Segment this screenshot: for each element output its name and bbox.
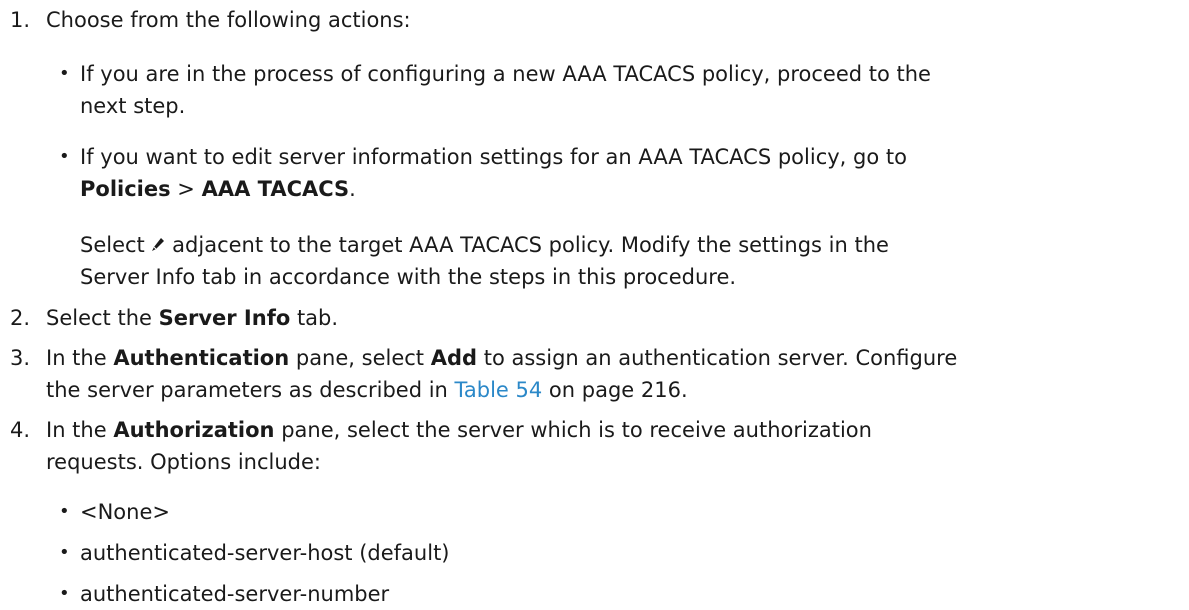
list-item: • authenticated-server-host (default) [0,537,1189,569]
bullet-text: If you want to edit server information s… [80,145,907,169]
step-post: to assign an authentication server. Conf… [477,346,958,370]
step-text: Choose from the following actions: [46,8,411,32]
step-2: 2. Select the Server Info tab. [0,302,1189,334]
step-post: pane, select the server which is to rece… [274,418,872,442]
para-pre: Select [80,233,145,257]
authentication-label: Authentication [113,346,290,370]
step-pre: In the [46,346,114,370]
pencil-icon [151,230,165,251]
server-info-label: Server Info [158,306,291,330]
option-none: <None> [80,500,170,524]
step-pre: In the [46,418,114,442]
step-number: 1. [10,8,31,32]
bullet-marker: • [59,63,70,84]
nav-policies: Policies [80,177,171,201]
step-pre: Select the [46,306,159,330]
bullet-marker: • [59,501,70,522]
option-authenticated-server-host: authenticated-server-host (default) [80,541,450,565]
option-authenticated-server-number: authenticated-server-number [80,582,390,606]
authorization-label: Authorization [113,418,275,442]
table-54-link[interactable]: Table 54 [455,378,543,402]
step-post: tab. [290,306,339,330]
bullet-marker: • [59,146,70,167]
step-number: 2. [10,306,31,330]
list-item: • If you are in the process of configuri… [0,58,1189,122]
para-line2: Server Info tab in accordance with the s… [80,265,737,289]
step-line2: requests. Options include: [46,450,321,474]
bullet-text: If you are in the process of configuring… [80,62,931,86]
para-post: adjacent to the target AAA TACACS policy… [172,233,889,257]
step-line2-post: on page 216. [542,378,688,402]
select-edit-paragraph: Select adjacent to the target AAA TACACS… [0,229,1189,293]
step-3: 3. In the Authentication pane, select Ad… [0,342,1189,406]
bullet-text-continued: next step. [80,94,186,118]
step-line2-pre: the server parameters as described in [46,378,455,402]
bullet-marker: • [59,583,70,604]
procedure-document: 1. Choose from the following actions: • … [0,0,1189,610]
list-item: • If you want to edit server information… [0,141,1189,205]
bullet-marker: • [59,542,70,563]
list-item: • authenticated-server-number [0,578,1189,610]
nav-end: . [349,177,356,201]
nav-separator: > [170,177,202,201]
step-mid: pane, select [289,346,431,370]
list-item: • <None> [0,496,1189,528]
step-number: 3. [10,346,31,370]
step-4: 4. In the Authorization pane, select the… [0,414,1189,478]
step-number: 4. [10,418,31,442]
add-label: Add [430,346,478,370]
nav-aaa-tacacs: AAA TACACS [201,177,350,201]
step-1: 1. Choose from the following actions: [0,4,1189,36]
